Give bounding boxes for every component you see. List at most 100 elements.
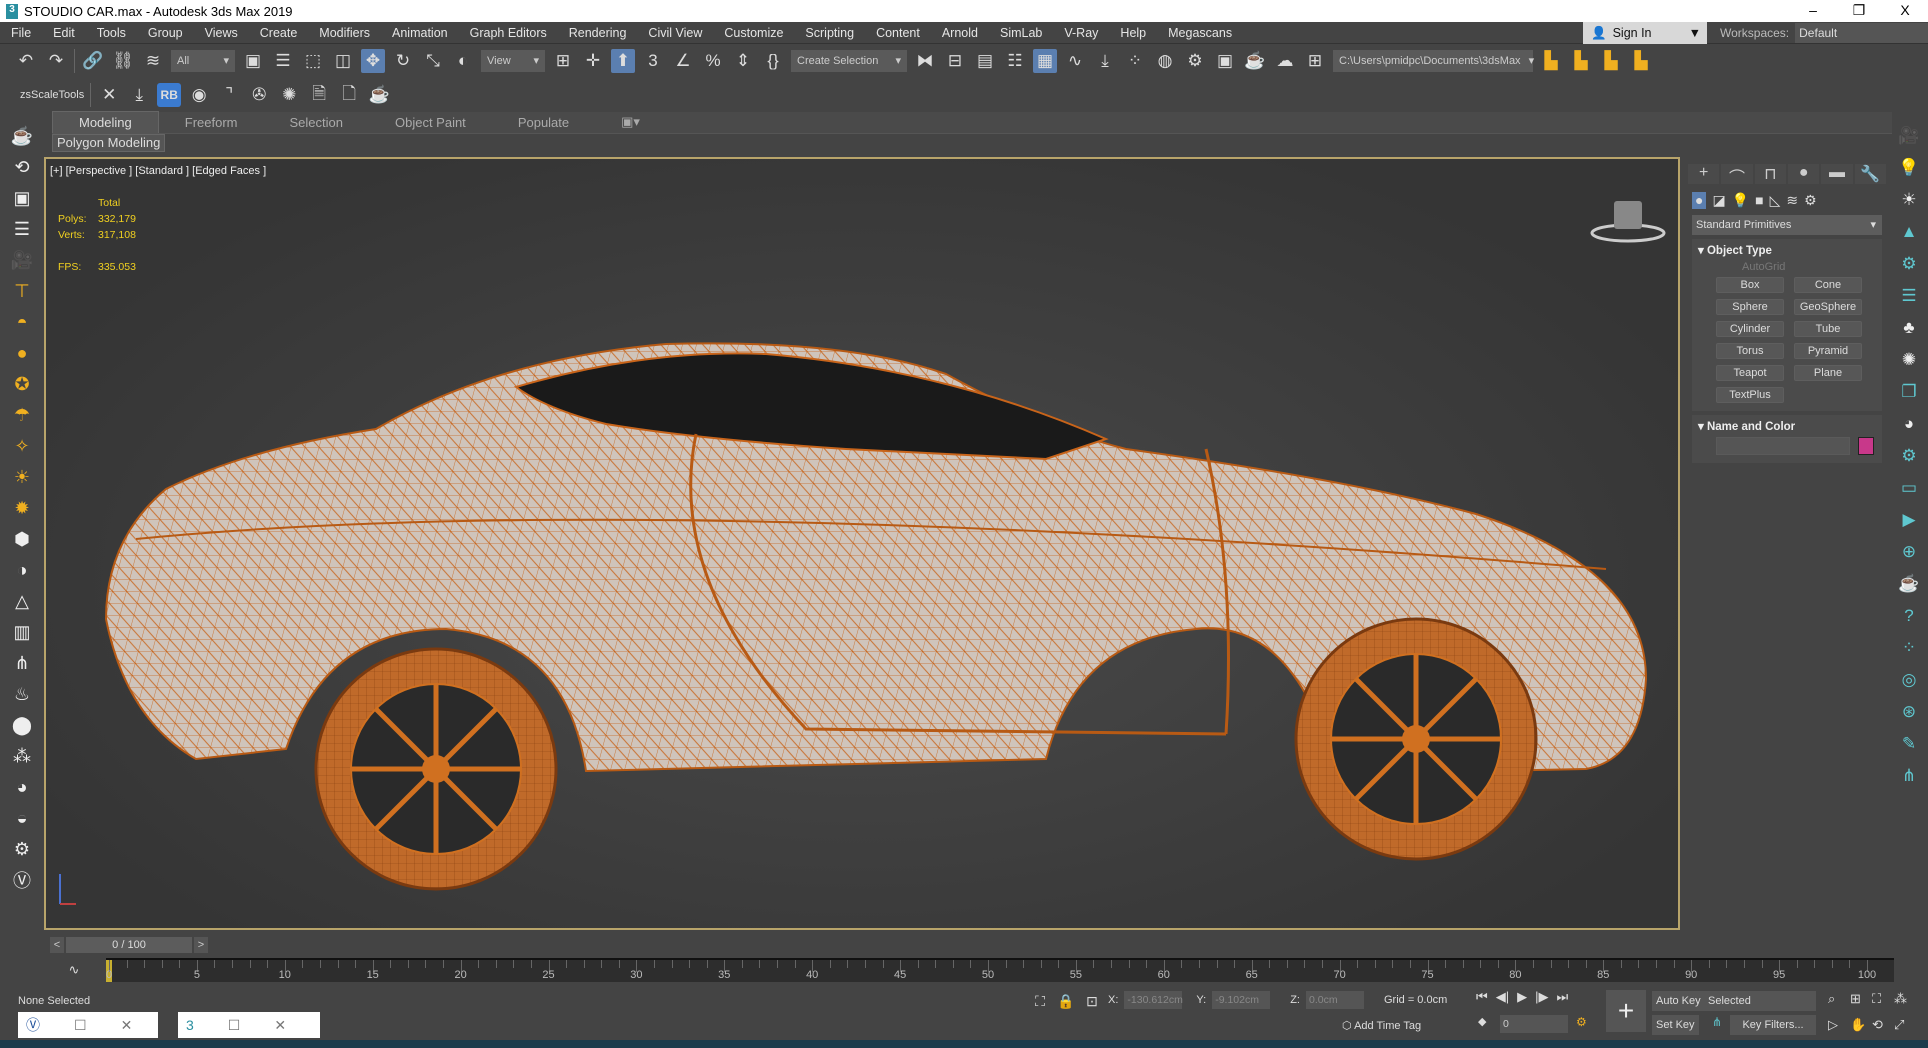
gear-render-icon[interactable]: ⚙ [1897,252,1921,276]
scene-explorer-icon[interactable]: ▤ [973,49,997,73]
menu-create[interactable]: Create [249,26,309,40]
omni-icon[interactable]: ✧ [10,434,34,458]
dope-sheet-icon[interactable]: ⤓ [1093,49,1117,73]
dome-icon[interactable]: ◓ [10,310,34,334]
list-icon[interactable]: ☰ [10,217,34,241]
globe-icon[interactable]: ◑ [10,558,34,582]
pyramid-button[interactable]: Pyramid [1794,343,1862,359]
key-mode-dropdown[interactable]: Selected [1704,991,1816,1011]
schematic-view-icon[interactable]: ⁘ [1123,49,1147,73]
edit-icon[interactable]: ✎ [1897,732,1921,756]
perspective-viewport[interactable]: [+] [Perspective ] [Standard ] [Edged Fa… [44,157,1680,930]
add-time-tag-button[interactable]: ⬡ Add Time Tag [1342,1019,1421,1032]
helper-icon[interactable]: ⊛ [1897,700,1921,724]
cog-icon[interactable]: ✺ [1897,348,1921,372]
time-config-icon[interactable]: ⚙ [1576,1015,1587,1029]
menu-customize[interactable]: Customize [713,26,794,40]
rect-selection-icon[interactable]: ⬚ [301,49,325,73]
tube-button[interactable]: Tube [1794,321,1862,337]
ribbon-toggle-icon[interactable]: ▦ [1033,49,1057,73]
open-folder-icon[interactable]: ▙ [1569,49,1593,73]
palette-icon[interactable]: ◕ [1897,412,1921,436]
textplus-button[interactable]: TextPlus [1716,387,1784,403]
geometry-icon[interactable]: ● [1692,192,1707,209]
shapes-icon[interactable]: ◪ [1712,192,1725,209]
fire-icon[interactable]: ♨ [10,682,34,706]
utilities-tab-icon[interactable]: 🔧 [1854,164,1886,184]
zoom-icon[interactable]: ⌕ [1828,991,1850,1007]
restore-button[interactable]: ❐ [1836,0,1882,22]
mirror-icon[interactable]: ⧓ [913,49,937,73]
tab-selection[interactable]: Selection [264,112,369,133]
menu-simlab[interactable]: SimLab [989,26,1053,40]
prev-key-icon[interactable]: ◀| [1496,989,1509,1005]
polygon-modeling-panel[interactable]: Polygon Modeling [52,134,166,152]
tab-freeform[interactable]: Freeform [159,112,264,133]
folder-structure-icon[interactable]: ▙ [1599,49,1623,73]
taskbar-thumb-3dsmax[interactable]: 3 ☐ ✕ [178,1012,320,1038]
percent-snap-icon[interactable]: % [701,49,725,73]
frame-icon[interactable]: ▭ [1897,476,1921,500]
window-crossing-icon[interactable]: ◫ [331,49,355,73]
menu-rendering[interactable]: Rendering [558,26,638,40]
object-color-swatch[interactable] [1858,437,1874,455]
select-object-icon[interactable]: ▣ [241,49,265,73]
zoom-extents-all-icon[interactable]: ⁂ [1894,991,1916,1007]
lock-icon[interactable]: 🔒 [1054,989,1078,1013]
material-editor-icon[interactable]: ◍ [1153,49,1177,73]
go-to-start-icon[interactable]: ⏮ [1476,989,1488,1005]
set-key-big-button[interactable]: + [1606,990,1646,1032]
menu-modifiers[interactable]: Modifiers [308,26,381,40]
sun-icon[interactable]: ☀ [1897,188,1921,212]
next-key-icon[interactable]: |▶ [1535,989,1548,1005]
move-icon[interactable]: ✥ [361,49,385,73]
target-icon[interactable]: ◎ [1897,668,1921,692]
rendered-frame-icon[interactable]: ▣ [1213,49,1237,73]
align-icon[interactable]: ⊟ [943,49,967,73]
paint-icon[interactable]: ◒ [10,806,34,830]
helpers-icon[interactable]: ◺ [1770,192,1781,209]
menu-scripting[interactable]: Scripting [794,26,865,40]
modify-tab-icon[interactable]: ⌒ [1721,164,1753,187]
corner-icon[interactable]: ⌝ [217,83,241,107]
pan-icon[interactable]: ✋ [1850,1017,1872,1033]
file-check-icon[interactable]: 🗎 [307,83,331,107]
isolate-icon[interactable]: ⛶ [1028,989,1052,1013]
file-import-icon[interactable]: 🗋 [337,83,361,107]
key-mode-toggle-icon[interactable]: ◆ [1478,1015,1486,1028]
close-button[interactable]: X [1882,0,1928,22]
menu-tools[interactable]: Tools [86,26,137,40]
viewport-label[interactable]: [+] [Perspective ] [Standard ] [Edged Fa… [50,165,266,177]
current-frame-field[interactable]: 0 [1500,1015,1568,1033]
taskbar-thumb-vray[interactable]: Ⓥ ☐ ✕ [18,1012,158,1038]
sky-icon[interactable]: ✹ [10,496,34,520]
cameras-icon[interactable]: ■ [1755,192,1763,209]
select-by-name-icon[interactable]: ☰ [271,49,295,73]
cylinder-button[interactable]: Cylinder [1716,321,1784,337]
lights-icon[interactable]: 💡 [1732,192,1749,209]
spot-icon[interactable]: ☂ [10,403,34,427]
menu-edit[interactable]: Edit [42,26,86,40]
name-color-title[interactable]: Name and Color [1707,421,1795,433]
bind-spacewarp-icon[interactable]: ≋ [141,49,165,73]
aperture-gear-icon[interactable]: ✺ [277,83,301,107]
menu-civil-view[interactable]: Civil View [637,26,713,40]
move-plus-icon[interactable]: ⊕ [1897,540,1921,564]
folder-tree-icon[interactable]: ▙ [1629,49,1653,73]
render-cloud-icon[interactable]: ☁ [1273,49,1297,73]
rb-button[interactable]: RB [157,83,182,107]
create-tab-icon[interactable]: + [1688,164,1720,184]
maximize-viewport-icon[interactable]: ⤢ [1894,1017,1916,1033]
spinner-snap-icon[interactable]: ⇕ [731,49,755,73]
sphere-button[interactable]: Sphere [1716,299,1784,315]
scale-icon[interactable]: ⤡ [421,49,445,73]
forest-icon[interactable]: ♣ [1897,316,1921,340]
object-type-title[interactable]: Object Type [1707,245,1772,257]
z-field[interactable]: 0.0cm [1305,991,1364,1009]
cone-button[interactable]: Cone [1794,277,1862,293]
ball-icon[interactable]: ⬤ [10,713,34,737]
menu-content[interactable]: Content [865,26,931,40]
grass-icon[interactable]: ⋔ [10,651,34,675]
sphere-icon[interactable]: ● [10,341,34,365]
transform-mode-icon[interactable]: ⊡ [1080,989,1104,1013]
